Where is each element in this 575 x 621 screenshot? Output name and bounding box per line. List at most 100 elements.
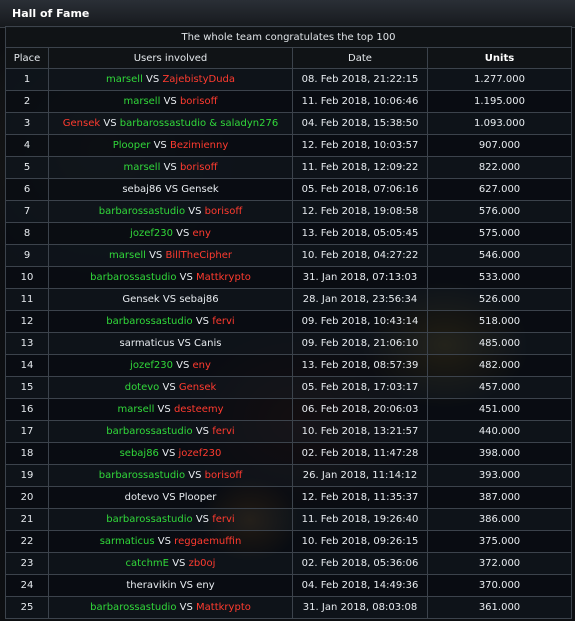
versus-label: VS: [153, 140, 167, 151]
date-cell: 10. Feb 2018, 13:21:57: [292, 420, 428, 443]
player-a-link[interactable]: barbarossastudio: [99, 470, 185, 481]
player-a-link[interactable]: Plooper: [113, 140, 151, 151]
player-a-link[interactable]: marsell: [123, 162, 160, 173]
users-cell: marsell VS ZajebistyDuda: [48, 68, 293, 91]
units-cell: 457.000: [427, 376, 572, 399]
player-b-link[interactable]: fervi: [212, 316, 234, 327]
users-cell: sebaj86 VS Gensek: [48, 178, 293, 201]
player-b-link[interactable]: Plooper: [179, 492, 217, 503]
units-cell: 822.000: [427, 156, 572, 179]
versus-label: VS: [195, 514, 210, 525]
users-cell: theravikin VS eny: [48, 574, 293, 597]
place-cell: 9: [5, 244, 49, 267]
player-b-link[interactable]: borisoff: [180, 162, 218, 173]
player-b-link[interactable]: ZajebistyDuda: [162, 74, 235, 85]
table-row: 19 barbarossastudio VS borisoff 26. Jan 20…: [5, 464, 572, 487]
date-cell: 31. Jan 2018, 08:03:08: [292, 596, 428, 619]
place-cell: 25: [5, 596, 49, 619]
congrats-header: The whole team congratulates the top 100: [5, 26, 572, 48]
player-a-link[interactable]: sebaj86: [120, 448, 159, 459]
player-b-link[interactable]: borisoff: [180, 96, 218, 107]
player-a-link[interactable]: marsell: [123, 96, 160, 107]
place-cell: 2: [5, 90, 49, 113]
player-a-link[interactable]: sarmaticus: [100, 536, 155, 547]
player-a-link[interactable]: barbarossastudio: [106, 514, 192, 525]
place-cell: 11: [5, 288, 49, 311]
player-b-link[interactable]: desteemy: [174, 404, 224, 415]
table-row: 6 sebaj86 VS Gensek 05. Feb 2018, 07:06:16…: [5, 178, 572, 201]
player-a-link[interactable]: Gensek: [63, 118, 100, 129]
player-a-link[interactable]: sarmaticus: [120, 338, 175, 349]
units-cell: 1.277.000: [427, 68, 572, 91]
player-b-link[interactable]: Canis: [194, 338, 221, 349]
player-b-link[interactable]: Gensek: [179, 382, 216, 393]
units-cell: 1.093.000: [427, 112, 572, 135]
users-cell: barbarossastudio VS fervi: [48, 420, 293, 443]
versus-label: VS: [157, 536, 171, 547]
player-a-link[interactable]: barbarossastudio: [106, 316, 192, 327]
users-cell: sarmaticus VS Canis: [48, 332, 293, 355]
player-b-link[interactable]: sebaj86: [179, 294, 218, 305]
versus-label: VS: [103, 118, 117, 129]
table-row: 25 barbarossastudio VS Mattkrypto 31. Jan …: [5, 596, 572, 619]
player-b-link[interactable]: BillTheCipher: [165, 250, 232, 261]
place-cell: 24: [5, 574, 49, 597]
player-a-link[interactable]: marsell: [109, 250, 146, 261]
units-cell: 370.000: [427, 574, 572, 597]
player-a-link[interactable]: Gensek: [122, 294, 159, 305]
player-b-link[interactable]: borisoff: [205, 206, 243, 217]
player-b-link[interactable]: eny: [193, 360, 211, 371]
player-a-link[interactable]: theravikin: [126, 580, 176, 591]
player-a-link[interactable]: marsell: [117, 404, 154, 415]
player-a-link[interactable]: jozef230: [130, 360, 173, 371]
place-cell: 8: [5, 222, 49, 245]
player-a-link[interactable]: jozef230: [130, 228, 173, 239]
versus-label: VS: [179, 602, 193, 613]
versus-label: VS: [188, 470, 202, 481]
units-cell: 576.000: [427, 200, 572, 223]
player-b-link[interactable]: fervi: [212, 426, 234, 437]
player-b-link[interactable]: Mattkrypto: [196, 602, 251, 613]
player-a-link[interactable]: marsell: [106, 74, 143, 85]
player-b-link[interactable]: reggaemuffin: [174, 536, 241, 547]
player-a-link[interactable]: dotevo: [125, 492, 160, 503]
player-b-link[interactable]: Bezimienny: [170, 140, 228, 151]
versus-label: VS: [179, 272, 193, 283]
player-a-link[interactable]: sebaj86: [122, 184, 161, 195]
place-cell: 10: [5, 266, 49, 289]
date-cell: 28. Jan 2018, 23:56:34: [292, 288, 428, 311]
player-b-link[interactable]: borisoff: [205, 470, 243, 481]
table-row: 3 Gensek VS barbarossastudio & saladyn276…: [5, 112, 572, 135]
player-b-link[interactable]: jozef230: [179, 448, 222, 459]
versus-label: VS: [162, 448, 176, 459]
units-cell: 372.000: [427, 552, 572, 575]
player-a-link[interactable]: dotevo: [125, 382, 160, 393]
versus-label: VS: [195, 316, 210, 327]
units-cell: 393.000: [427, 464, 572, 487]
panel-title: Hall of Fame: [0, 0, 575, 28]
player-b-link[interactable]: Gensek: [181, 184, 218, 195]
player-a-link[interactable]: barbarossastudio: [99, 206, 185, 217]
table-row: 14 jozef230 VS eny 13. Feb 2018, 08:57:39 4…: [5, 354, 572, 377]
units-cell: 440.000: [427, 420, 572, 443]
player-a-link[interactable]: barbarossastudio: [106, 426, 192, 437]
table-row: 22 sarmaticus VS reggaemuffin 10. Feb 2018…: [5, 530, 572, 553]
player-b-link[interactable]: Mattkrypto: [196, 272, 251, 283]
player-a-link[interactable]: barbarossastudio: [90, 602, 176, 613]
date-cell: 12. Feb 2018, 11:35:37: [292, 486, 428, 509]
place-cell: 19: [5, 464, 49, 487]
player-a-link[interactable]: barbarossastudio: [90, 272, 176, 283]
units-cell: 375.000: [427, 530, 572, 553]
player-b-link[interactable]: eny: [196, 580, 214, 591]
users-cell: Plooper VS Bezimienny: [48, 134, 293, 157]
player-b-link[interactable]: fervi: [212, 514, 234, 525]
users-cell: sarmaticus VS reggaemuffin: [48, 530, 293, 553]
date-cell: 05. Feb 2018, 07:06:16: [292, 178, 428, 201]
player-b-link[interactable]: barbarossastudio & saladyn276: [120, 118, 278, 129]
player-b-link[interactable]: zb0oj: [189, 558, 216, 569]
versus-label: VS: [162, 294, 177, 305]
player-b-link[interactable]: eny: [193, 228, 211, 239]
place-cell: 1: [5, 68, 49, 91]
hall-of-fame-panel: Hall of Fame The whole team congratulate…: [0, 0, 575, 621]
player-a-link[interactable]: catchmE: [126, 558, 169, 569]
